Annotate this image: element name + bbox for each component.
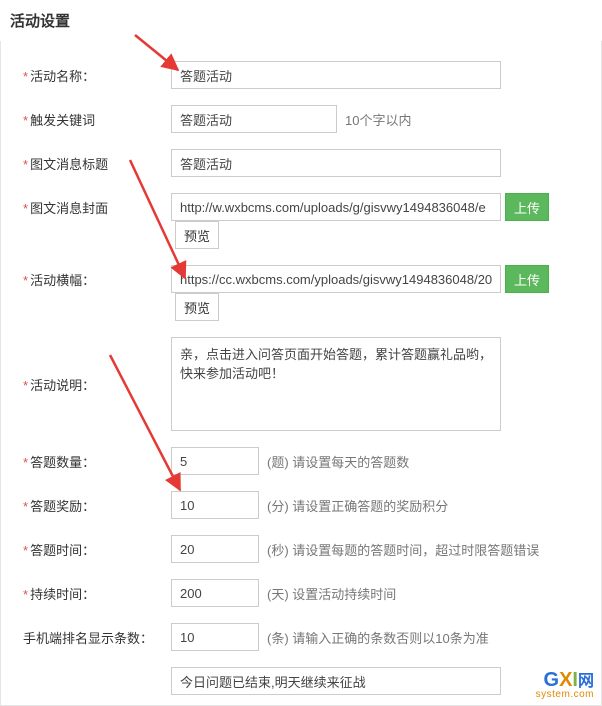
label-activity-name: *活动名称： <box>23 61 171 85</box>
row-question-count: *答题数量： (题) 请设置每天的答题数 <box>23 447 591 475</box>
row-description: *活动说明： 亲，点击进入问答页面开始答题，累计答题赢礼品哟，快来参加活动吧！ <box>23 337 591 431</box>
description-textarea[interactable]: 亲，点击进入问答页面开始答题，累计答题赢礼品哟，快来参加活动吧！ <box>171 337 501 431</box>
label-banner: *活动横幅： <box>23 265 171 289</box>
row-message-cover: *图文消息封面 上传 预览 <box>23 193 591 249</box>
duration-hint: (天) 设置活动持续时间 <box>267 584 396 603</box>
end-text-input[interactable] <box>171 667 501 695</box>
label-description: *活动说明： <box>23 337 171 394</box>
label-mobile-rank-rows: 手机端排名显示条数： <box>23 623 171 647</box>
label-question-count: *答题数量： <box>23 447 171 471</box>
label-message-cover: *图文消息封面 <box>23 193 171 217</box>
watermark: GXI网 system.com <box>536 669 594 700</box>
banner-input[interactable] <box>171 265 501 293</box>
mobile-rank-rows-input[interactable] <box>171 623 259 651</box>
reward-input[interactable] <box>171 491 259 519</box>
answer-time-input[interactable] <box>171 535 259 563</box>
question-count-input[interactable] <box>171 447 259 475</box>
cover-preview-button[interactable]: 预览 <box>175 221 219 249</box>
activity-name-input[interactable] <box>171 61 501 89</box>
banner-upload-button[interactable]: 上传 <box>505 265 549 293</box>
trigger-keyword-hint: 10个字以内 <box>345 110 411 129</box>
row-activity-name: *活动名称： <box>23 61 591 89</box>
question-count-hint: (题) 请设置每天的答题数 <box>267 452 409 471</box>
row-reward: *答题奖励： (分) 请设置正确答题的奖励积分 <box>23 491 591 519</box>
duration-input[interactable] <box>171 579 259 607</box>
label-end-text <box>23 667 171 672</box>
label-reward: *答题奖励： <box>23 491 171 515</box>
form-container: *活动名称： *触发关键词 10个字以内 *图文消息标题 *图文消息封面 上传 … <box>0 41 602 706</box>
cover-upload-button[interactable]: 上传 <box>505 193 549 221</box>
trigger-keyword-input[interactable] <box>171 105 337 133</box>
page-title: 活动设置 <box>0 0 602 41</box>
reward-hint: (分) 请设置正确答题的奖励积分 <box>267 496 448 515</box>
row-mobile-rank-rows: 手机端排名显示条数： (条) 请输入正确的条数否则以10条为准 <box>23 623 591 651</box>
mobile-rank-rows-hint: (条) 请输入正确的条数否则以10条为准 <box>267 628 489 647</box>
message-cover-input[interactable] <box>171 193 501 221</box>
row-answer-time: *答题时间： (秒) 请设置每题的答题时间，超过时限答题错误 <box>23 535 591 563</box>
label-answer-time: *答题时间： <box>23 535 171 559</box>
label-trigger-keyword: *触发关键词 <box>23 105 171 129</box>
label-duration: *持续时间： <box>23 579 171 603</box>
banner-preview-button[interactable]: 预览 <box>175 293 219 321</box>
message-title-input[interactable] <box>171 149 501 177</box>
row-message-title: *图文消息标题 <box>23 149 591 177</box>
row-banner: *活动横幅： 上传 预览 <box>23 265 591 321</box>
answer-time-hint: (秒) 请设置每题的答题时间，超过时限答题错误 <box>267 540 539 559</box>
row-trigger-keyword: *触发关键词 10个字以内 <box>23 105 591 133</box>
row-end-text <box>23 667 591 695</box>
label-message-title: *图文消息标题 <box>23 149 171 173</box>
row-duration: *持续时间： (天) 设置活动持续时间 <box>23 579 591 607</box>
